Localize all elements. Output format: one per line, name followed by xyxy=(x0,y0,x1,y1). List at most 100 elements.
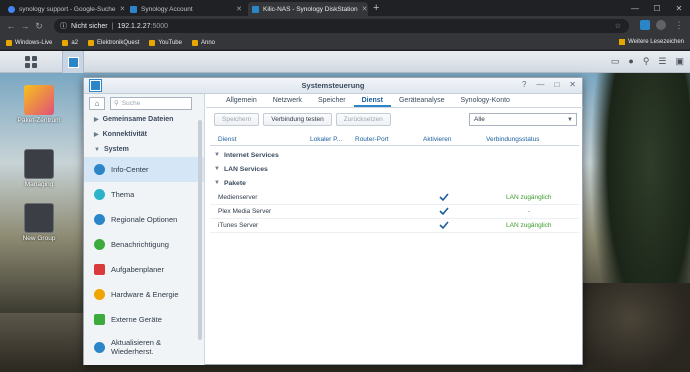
palette-icon xyxy=(94,189,105,200)
checkbox-checked-icon[interactable] xyxy=(439,220,449,230)
url-input[interactable]: ⓘ Nicht sicher | 192.1.2.27:5000 ☆ xyxy=(54,19,629,33)
new-tab-button[interactable]: + xyxy=(373,2,379,14)
reload-icon[interactable]: ↻ xyxy=(32,21,46,32)
security-label: Nicht sicher xyxy=(71,22,108,30)
sidebar-section-system[interactable]: ▼ System xyxy=(84,142,204,157)
window-titlebar[interactable]: Systemsteuerung ? — □ ✕ xyxy=(84,78,582,94)
sidebar-item-info-center[interactable]: Info-Center xyxy=(84,157,204,182)
desktop-icon-paket-zentrum[interactable]: Paket-Zentrum xyxy=(14,85,64,124)
folder-icon xyxy=(149,39,156,46)
calendar-icon xyxy=(94,264,105,275)
tab-general[interactable]: Allgemein xyxy=(218,94,265,107)
test-connection-button[interactable]: Verbindung testen xyxy=(263,113,332,126)
bookmark-anno[interactable]: Anno xyxy=(191,39,215,46)
tab-device-analytics[interactable]: Geräteanalyse xyxy=(391,94,453,107)
chat-icon[interactable]: ▭ xyxy=(611,56,620,67)
column-connection-status[interactable]: Verbindungsstatus xyxy=(486,136,539,143)
table-row[interactable]: Medienserver LAN zugänglich xyxy=(210,191,579,205)
sidebar-item-label: Regionale Optionen xyxy=(111,215,178,224)
refresh-icon xyxy=(94,341,105,353)
folder-icon xyxy=(6,39,12,46)
tab-network[interactable]: Netzwerk xyxy=(265,94,310,107)
options-icon[interactable]: ☰ xyxy=(658,56,666,67)
tab-synology-account[interactable]: Synology-Konto xyxy=(453,94,518,107)
filter-select[interactable]: Alle ▼ xyxy=(469,113,577,126)
bookmark-elektronikquest[interactable]: ElektronikQuest xyxy=(88,39,139,46)
desktop-icon-managing[interactable]: Managing xyxy=(14,149,64,188)
table-row[interactable]: iTunes Server LAN zugänglich xyxy=(210,219,579,233)
tab-storage[interactable]: Speicher xyxy=(310,94,354,107)
desktop-icon-new-group[interactable]: New Group xyxy=(14,203,64,242)
bookmark-a2[interactable]: a2 xyxy=(62,39,78,46)
folder-group-icon xyxy=(24,149,54,179)
address-bar: ← → ↻ ⓘ Nicht sicher | 192.1.2.27:5000 ☆… xyxy=(0,16,690,36)
widgets-icon[interactable]: ▣ xyxy=(675,56,684,67)
sidebar-item-theme[interactable]: Thema xyxy=(84,182,204,207)
extension-icon[interactable] xyxy=(640,20,650,30)
group-packages[interactable]: ▼ Pakete xyxy=(214,177,246,189)
sidebar-scrollbar[interactable] xyxy=(198,120,202,340)
dsm-taskbar: ▭ ● ⚲ ☰ ▣ xyxy=(0,51,690,73)
browser-tab-synology-account[interactable]: Synology Account ✕ xyxy=(126,2,246,16)
section-label: Gemeinsame Dateien xyxy=(102,116,174,123)
help-icon[interactable]: ? xyxy=(522,80,526,89)
browser-menu-icon[interactable]: ⋮ xyxy=(672,20,686,31)
home-icon[interactable]: ⌂ xyxy=(89,96,105,110)
column-local-port[interactable]: Lokaler P... xyxy=(310,136,342,143)
desktop-icon-label: Paket-Zentrum xyxy=(17,117,61,124)
close-icon[interactable]: ✕ xyxy=(236,5,242,13)
bookmarks-bar: Windows-Live a2 ElektronikQuest YouTube … xyxy=(0,36,690,50)
close-icon[interactable]: ✕ xyxy=(569,80,576,89)
group-label: LAN Services xyxy=(223,165,268,173)
column-enable[interactable]: Aktivieren xyxy=(423,136,452,143)
sidebar-item-update-restore[interactable]: Aktualisieren & Wiederherst. xyxy=(84,332,204,362)
sidebar-section-connectivity[interactable]: ▶ Konnektivität xyxy=(84,127,204,142)
sidebar-item-label: Externe Geräte xyxy=(111,315,162,324)
group-lan-services[interactable]: ▼ LAN Services xyxy=(214,163,268,175)
window-title: Systemsteuerung xyxy=(301,81,365,90)
table-row[interactable]: Plex Media Server - xyxy=(210,205,579,219)
main-menu-icon[interactable] xyxy=(25,56,37,68)
group-internet-services[interactable]: ▼ Internet Services xyxy=(214,149,279,161)
close-icon[interactable]: ✕ xyxy=(119,5,124,13)
browser-tab-diskstation[interactable]: Kilic-NAS - Synology DiskStation ✕ xyxy=(248,2,368,16)
reset-button[interactable]: Zurücksetzen xyxy=(335,113,391,126)
close-window-icon[interactable]: ✕ xyxy=(668,0,690,16)
column-router-port[interactable]: Router-Port xyxy=(355,136,389,143)
maximize-icon[interactable]: ☐ xyxy=(646,0,668,16)
table-header: Dienst Lokaler P... Router-Port Aktivier… xyxy=(210,134,579,146)
other-bookmarks[interactable]: Weitere Lesezeichen xyxy=(619,39,684,45)
back-icon[interactable]: ← xyxy=(4,21,18,31)
checkbox-checked-icon[interactable] xyxy=(439,192,449,202)
user-icon[interactable]: ● xyxy=(628,56,633,67)
sidebar-item-hardware-power[interactable]: Hardware & Energie xyxy=(84,282,204,307)
minimize-icon[interactable]: — xyxy=(536,80,544,89)
chevron-down-icon: ▼ xyxy=(567,116,573,123)
tab-title: Kilic-NAS - Synology DiskStation xyxy=(263,5,358,13)
sidebar-item-task-scheduler[interactable]: Aufgabenplaner xyxy=(84,257,204,282)
forward-icon[interactable]: → xyxy=(18,21,32,31)
browser-tab-google[interactable]: synology support - Google-Suche ✕ xyxy=(4,2,124,16)
sidebar-item-external-devices[interactable]: Externe Geräte xyxy=(84,307,204,332)
tab-title: Synology Account xyxy=(141,5,193,13)
profile-avatar[interactable] xyxy=(656,20,666,30)
taskbar-app-control-panel[interactable] xyxy=(62,51,84,73)
sidebar-section-shared-files[interactable]: ▶ Gemeinsame Dateien xyxy=(84,112,204,127)
tab-service[interactable]: Dienst xyxy=(353,94,391,107)
search-input[interactable]: ⚲ Suche xyxy=(110,96,192,110)
close-icon[interactable]: ✕ xyxy=(362,5,368,13)
column-service[interactable]: Dienst xyxy=(218,136,236,143)
save-button[interactable]: Speichern xyxy=(214,113,260,126)
sidebar-item-regional-options[interactable]: Regionale Optionen xyxy=(84,207,204,232)
maximize-icon[interactable]: □ xyxy=(554,80,559,89)
search-icon[interactable]: ⚲ xyxy=(643,56,650,67)
minimize-icon[interactable]: — xyxy=(624,0,646,16)
checkbox-checked-icon[interactable] xyxy=(439,206,449,216)
sidebar-item-notification[interactable]: Benachrichtigung xyxy=(84,232,204,257)
clock-icon xyxy=(94,214,105,225)
bookmark-youtube[interactable]: YouTube xyxy=(149,39,182,46)
bookmark-windows-live[interactable]: Windows-Live xyxy=(6,39,52,46)
bookmark-star-icon[interactable]: ☆ xyxy=(615,22,621,30)
connection-status: - xyxy=(528,208,531,215)
folder-icon xyxy=(191,39,198,46)
